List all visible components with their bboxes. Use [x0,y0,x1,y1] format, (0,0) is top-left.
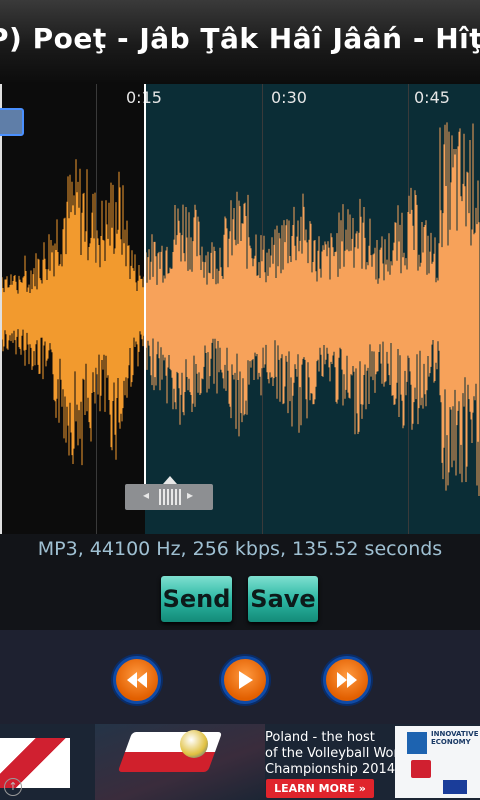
play-icon [239,671,253,689]
fast-forward-icon [337,672,357,688]
learn-more-button[interactable]: LEARN MORE » [266,779,374,798]
rewind-icon [127,672,147,688]
waveform-unselected [0,159,145,466]
eu-logo: INNOVATIVE ECONOMY [395,726,480,798]
title-bar: P) Poeţ - Jâb Ţâk Hâî Jââń - Hîţeşh [0,0,480,84]
ad-line-2: of the Volleyball World [265,746,411,761]
logo-mark [407,732,427,754]
left-arrow-icon: ◂ [143,488,150,502]
start-marker [0,84,2,534]
playhead [144,84,146,489]
playback-controls [0,630,480,724]
end-handle[interactable]: ◂ ▸ [125,476,213,510]
logo-mark [411,760,431,778]
info-icon[interactable]: ↑ [4,778,22,796]
rewind-button[interactable] [113,656,161,704]
save-button[interactable]: Save [248,576,318,622]
file-info: MP3, 44100 Hz, 256 kbps, 135.52 seconds [37,538,443,560]
fast-forward-button[interactable] [323,656,371,704]
waveform-selected [144,122,480,496]
timeline-label-30: 0:30 [271,88,307,107]
ad-line-3: Championship 2014 [265,762,396,777]
right-arrow-icon: ▸ [187,488,194,502]
ad-sport-image [95,724,265,800]
waveform-editor[interactable]: 0:15 0:30 0:45 ◂ ▸ [0,84,480,534]
handle-pointer [163,476,177,484]
song-title: P) Poeţ - Jâb Ţâk Hâî Jââń - Hîţeşh [0,22,480,55]
ad-line-1: Poland - the host [265,730,375,745]
waveform [0,122,480,496]
ad-text: Poland - the host of the Volleyball Worl… [265,730,411,778]
eu-flag-icon [443,780,467,794]
volleyball-icon [180,730,208,758]
grip-icon [159,489,181,505]
send-button[interactable]: Send [161,576,232,622]
timeline-label-45: 0:45 [414,88,450,107]
ad-banner[interactable]: Poland - the host of the Volleyball Worl… [0,724,480,800]
start-handle[interactable] [0,108,24,136]
eu-logo-text: INNOVATIVE ECONOMY [431,730,479,746]
play-button[interactable] [221,656,269,704]
